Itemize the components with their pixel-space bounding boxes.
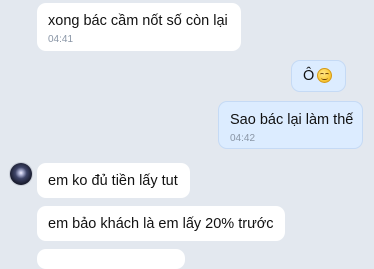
message-bubble-outgoing[interactable]: Ô	[291, 60, 346, 92]
message-text: Ô	[303, 68, 315, 84]
message-bubble-incoming[interactable]: em bảo khách là em lấy 20% trước	[37, 206, 285, 241]
message-text: xong bác cầm nốt số còn lại	[48, 13, 228, 29]
message-text: em bảo khách là em lấy 20% trước	[48, 216, 274, 232]
message-timestamp: 04:42	[230, 133, 256, 144]
message-text: Sao bác lại làm thế	[230, 112, 354, 128]
message-bubble-outgoing[interactable]: Sao bác lại làm thế 04:42	[218, 101, 363, 149]
message-bubble-incoming[interactable]	[37, 249, 185, 269]
sender-avatar[interactable]	[10, 163, 32, 185]
message-bubble-incoming[interactable]: xong bác cầm nốt số còn lại 04:41	[37, 3, 241, 51]
message-text: em ko đủ tiền lấy tut	[48, 173, 178, 189]
message-timestamp: 04:41	[48, 34, 74, 45]
smiling-face-emoji-icon	[317, 68, 333, 83]
chat-thread: xong bác cầm nốt số còn lại 04:41 Ô Sao …	[0, 0, 374, 269]
message-bubble-incoming[interactable]: em ko đủ tiền lấy tut	[37, 163, 190, 198]
